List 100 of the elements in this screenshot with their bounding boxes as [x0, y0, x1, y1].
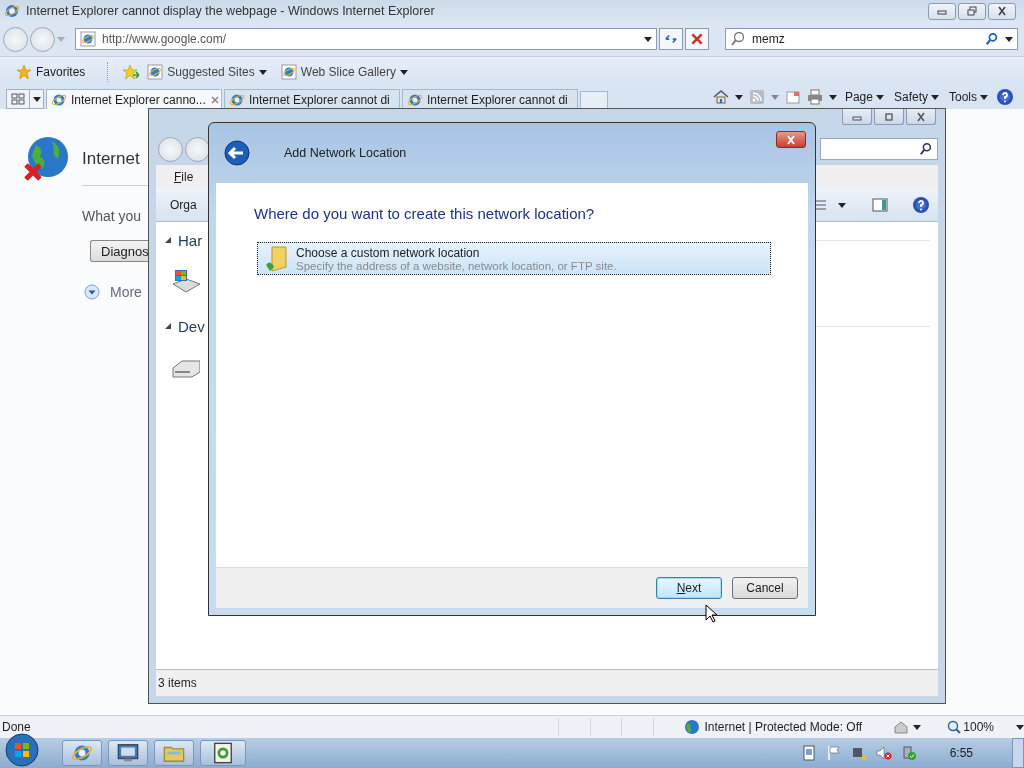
status-text: Done [2, 720, 32, 734]
security-zone: Internet | Protected Mode: Off [704, 720, 863, 734]
refresh-icon [664, 32, 678, 46]
maximize-button[interactable] [874, 109, 904, 125]
mouse-cursor [705, 604, 717, 623]
minimize-button[interactable] [928, 2, 956, 20]
next-button[interactable]: Next [656, 577, 722, 599]
mail-icon[interactable] [784, 89, 801, 105]
restore-icon [966, 6, 978, 16]
help-icon[interactable] [912, 196, 930, 214]
minimize-button[interactable] [842, 109, 872, 125]
document-ring-icon [212, 742, 234, 764]
error-heading: Internet [82, 149, 140, 169]
favorites-link[interactable]: Suggested Sites [145, 62, 269, 82]
caret-icon[interactable] [913, 724, 922, 730]
new-tab-button[interactable] [580, 91, 608, 109]
caret-icon [399, 69, 408, 75]
add-favorite-icon[interactable] [123, 64, 140, 80]
search-icon[interactable] [985, 32, 999, 46]
globe-error-icon [22, 135, 70, 183]
search-field[interactable]: memz [725, 28, 1018, 50]
browser-icon [4, 3, 20, 19]
zoom-button[interactable]: 100% [947, 720, 995, 734]
globe-icon [684, 719, 701, 735]
caret-icon[interactable] [734, 94, 743, 100]
back-button[interactable] [224, 139, 252, 167]
group-header: Har [178, 231, 203, 249]
taskbar-app-button[interactable] [200, 740, 246, 766]
document-icon[interactable] [800, 745, 817, 761]
command-menu[interactable]: Tools [947, 90, 990, 104]
address-field[interactable]: http://www.google.com/ [75, 28, 657, 50]
help-icon[interactable] [996, 88, 1014, 106]
star-icon [16, 64, 32, 80]
forward-button[interactable] [185, 136, 210, 162]
taskbar-monitor-button[interactable] [108, 740, 148, 766]
expand-icon[interactable] [84, 284, 100, 300]
close-icon[interactable] [209, 94, 220, 105]
home-icon[interactable] [712, 89, 729, 105]
refresh-button[interactable] [659, 28, 683, 50]
flag-icon[interactable] [825, 745, 842, 761]
caret-icon [980, 94, 988, 100]
network-warning-icon[interactable] [850, 745, 867, 761]
close-icon [915, 111, 927, 122]
taskbar-folder-button[interactable] [154, 740, 194, 766]
clock[interactable]: 6:55 [949, 746, 973, 760]
caret-icon [32, 96, 41, 102]
cancel-button[interactable]: Cancel [732, 577, 798, 599]
command-menu[interactable]: Page [842, 90, 886, 104]
window-title: Internet Explorer cannot display the webpage - Windows Internet Explorer [26, 4, 435, 18]
menu-item[interactable]: File [170, 170, 198, 184]
search-field[interactable] [820, 138, 938, 160]
print-icon[interactable] [806, 89, 823, 105]
item-count: 3 items [158, 676, 197, 690]
stop-icon [690, 32, 704, 46]
collapse-arrow-icon[interactable] [164, 236, 172, 244]
folder-icon [264, 244, 288, 273]
close-button[interactable] [988, 2, 1016, 20]
tab-list-button[interactable] [30, 89, 44, 109]
stop-button[interactable] [685, 28, 709, 50]
diagnose-button[interactable]: Diagnos [90, 240, 150, 262]
caret-icon[interactable] [1016, 724, 1024, 730]
error-text: What you [82, 208, 142, 224]
power-check-icon[interactable] [900, 745, 917, 761]
zoom-icon [947, 720, 962, 734]
taskbar-browser-button[interactable] [62, 740, 102, 766]
dialog-question: Where do you want to create this network location? [254, 205, 596, 222]
preview-pane-icon[interactable] [872, 197, 888, 213]
caret-icon[interactable] [838, 202, 846, 208]
caret-icon [258, 69, 267, 75]
search-icon [919, 142, 933, 156]
page-icon [147, 64, 164, 80]
collapse-arrow-icon[interactable] [164, 322, 172, 330]
speaker-muted-icon[interactable] [875, 745, 892, 761]
more-info-link[interactable]: More [110, 284, 142, 300]
page-icon [280, 64, 297, 80]
monitor-icon [117, 742, 139, 764]
caret-icon[interactable] [644, 36, 652, 42]
grid-icon [11, 92, 25, 106]
restore-button[interactable] [958, 2, 986, 20]
dialog-title: Add Network Location [284, 146, 407, 160]
favorites-link[interactable]: Web Slice Gallery [278, 62, 410, 82]
command-menu[interactable]: Safety [891, 90, 941, 104]
caret-icon [931, 94, 939, 100]
page-icon [80, 31, 96, 47]
quick-tabs-button[interactable] [6, 89, 30, 109]
caret-icon [875, 94, 884, 100]
browser-tab[interactable]: Internet Explorer cannot di [402, 89, 578, 109]
organize-menu[interactable]: Orga [166, 198, 201, 212]
caret-icon[interactable] [828, 94, 837, 100]
close-icon [996, 6, 1008, 16]
caret-icon[interactable] [1005, 36, 1013, 42]
close-button[interactable] [776, 131, 806, 148]
close-icon [785, 134, 797, 145]
close-button[interactable] [906, 109, 936, 125]
browser-tab[interactable]: Internet Explorer cannot di [224, 89, 400, 109]
group-header: Dev [178, 317, 205, 335]
search-icon [730, 31, 746, 47]
favorites-button[interactable]: Favorites [12, 62, 90, 82]
browser-tab[interactable]: Internet Explorer canno... [46, 89, 222, 109]
location-option[interactable]: Choose a custom network location Specify the address of a website, network location, or FTP site. [257, 242, 771, 275]
